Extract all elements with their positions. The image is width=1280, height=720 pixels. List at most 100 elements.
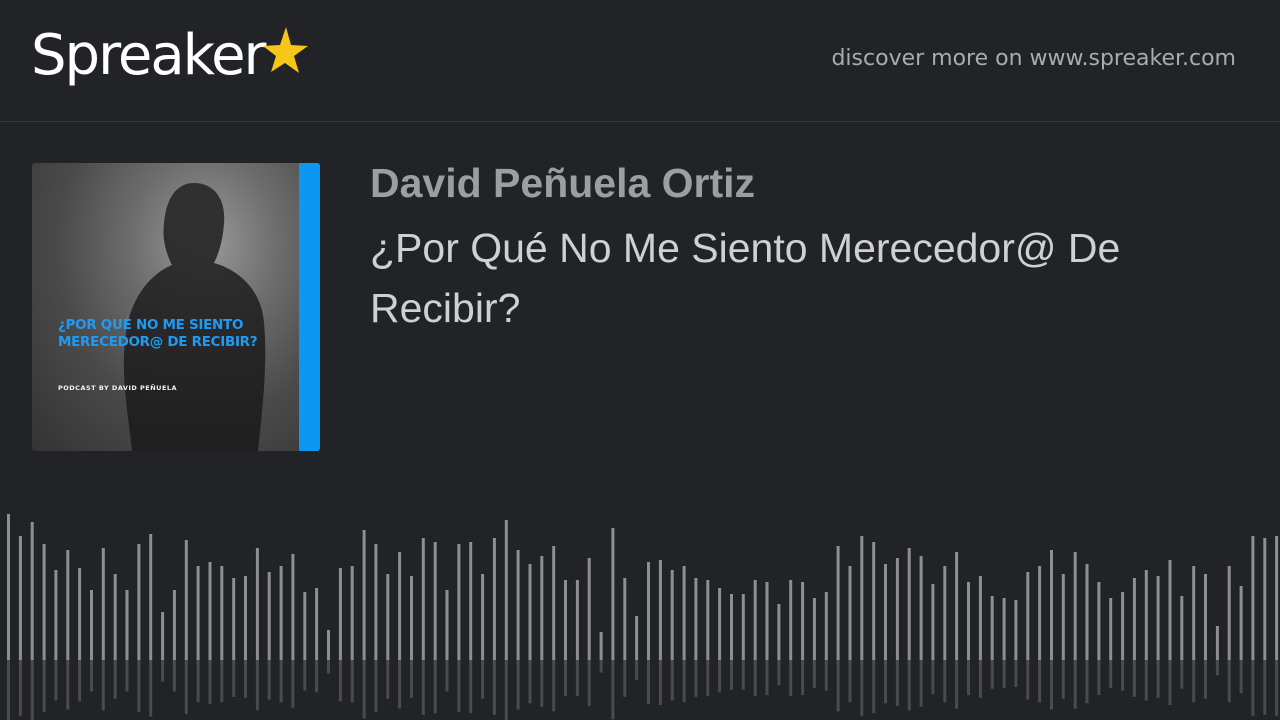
waveform-reflection [267, 660, 271, 700]
waveform-reflection [1061, 660, 1065, 699]
waveform-bar [267, 572, 271, 660]
waveform-bar [172, 590, 176, 660]
cover-accent-bar [299, 163, 320, 451]
waveform-bar [469, 542, 473, 660]
waveform-bar [1192, 566, 1196, 660]
waveform-reflection [967, 660, 970, 696]
waveform-reflection [682, 660, 686, 703]
waveform-reflection [469, 660, 473, 714]
waveform-bar [279, 566, 283, 660]
waveform-bar [1038, 566, 1042, 660]
waveform-reflection [184, 660, 188, 714]
waveform-reflection [1192, 660, 1196, 703]
waveform-bar [528, 564, 532, 660]
waveform-bar [836, 546, 840, 660]
waveform-reflection [753, 660, 757, 696]
waveform-reflection [30, 660, 34, 720]
waveform-bar [161, 612, 165, 660]
author-name[interactable]: David Peñuela Ortiz [370, 160, 755, 207]
waveform-reflection [789, 660, 793, 696]
logo-wordmark: Spreaker [31, 23, 267, 88]
waveform-reflection [66, 660, 70, 710]
waveform-bar [860, 536, 864, 660]
waveform-reflection [291, 660, 295, 708]
waveform-reflection [1215, 660, 1219, 676]
waveform-reflection [492, 660, 496, 715]
waveform-reflection [232, 660, 236, 697]
waveform-bar [1050, 550, 1053, 660]
waveform-reflection [955, 660, 959, 709]
waveform-reflection [42, 660, 46, 713]
waveform-bar [350, 566, 354, 660]
waveform-reflection [599, 660, 603, 673]
waveform-bar [1275, 536, 1279, 660]
waveform-reflection [1026, 660, 1030, 700]
waveform-reflection [765, 660, 769, 696]
waveform-bar [1061, 574, 1065, 660]
spreaker-logo[interactable]: Spreaker [31, 24, 309, 104]
waveform-reflection [1002, 660, 1006, 688]
waveform-reflection [694, 660, 698, 697]
waveform-bar [801, 582, 805, 660]
waveform-bar [30, 522, 34, 660]
waveform-reflection [208, 660, 212, 705]
waveform-bar [90, 590, 93, 660]
waveform-bar [492, 538, 496, 660]
waveform-bar [978, 576, 982, 660]
waveform-bar [931, 584, 935, 660]
waveform-reflection [552, 660, 556, 712]
waveform-reflection [564, 660, 567, 696]
waveform-bar [232, 578, 236, 660]
waveform-bar [540, 556, 544, 660]
waveform-bar [398, 552, 402, 660]
waveform-bar [990, 596, 994, 660]
waveform-reflection [303, 660, 307, 691]
audio-waveform[interactable] [0, 500, 1280, 720]
waveform-bar [552, 546, 556, 660]
waveform-reflection [978, 660, 982, 698]
waveform-reflection [824, 660, 828, 691]
waveform-reflection [1109, 660, 1113, 688]
waveform-reflection [848, 660, 852, 703]
waveform-reflection [421, 660, 425, 715]
waveform-bar [1204, 574, 1207, 660]
waveform-reflection [7, 660, 10, 720]
waveform-bar [504, 520, 508, 660]
waveform-reflection [338, 660, 342, 702]
waveform-reflection [741, 660, 745, 690]
waveform-bar [789, 580, 793, 660]
waveform-reflection [943, 660, 947, 703]
header-bar: Spreaker discover more on www.spreaker.c… [0, 0, 1280, 122]
waveform-reflection [1050, 660, 1053, 710]
waveform-reflection [611, 660, 615, 720]
waveform-bar [208, 562, 212, 660]
waveform-bar [327, 630, 330, 660]
waveform-bar [919, 556, 923, 660]
waveform-bar [1227, 566, 1231, 660]
waveform-reflection [279, 660, 283, 703]
waveform-bar [730, 594, 733, 660]
waveform-reflection [658, 660, 662, 705]
waveform-reflection [1144, 660, 1148, 701]
waveform-bar [386, 574, 390, 660]
waveform-reflection [90, 660, 93, 692]
waveform-bar [1085, 564, 1089, 660]
waveform-reflection [1132, 660, 1136, 697]
waveform-bar [1002, 598, 1006, 660]
waveform-reflection [1251, 660, 1255, 716]
waveform-reflection [137, 660, 141, 713]
discover-link[interactable]: discover more on www.spreaker.com [831, 46, 1236, 71]
waveform-reflection [1227, 660, 1231, 703]
waveform-reflection [528, 660, 532, 704]
waveform-bar [433, 542, 437, 660]
waveform-reflection [516, 660, 520, 710]
waveform-reflection [836, 660, 840, 712]
waveform-bar [1132, 578, 1136, 660]
waveform-bar [137, 544, 141, 660]
waveform-bar [1215, 626, 1219, 660]
waveform-reflection [386, 660, 390, 699]
waveform-reflection [1239, 660, 1243, 694]
waveform-bar [682, 566, 686, 660]
waveform-reflection [350, 660, 354, 703]
waveform-reflection [907, 660, 911, 711]
